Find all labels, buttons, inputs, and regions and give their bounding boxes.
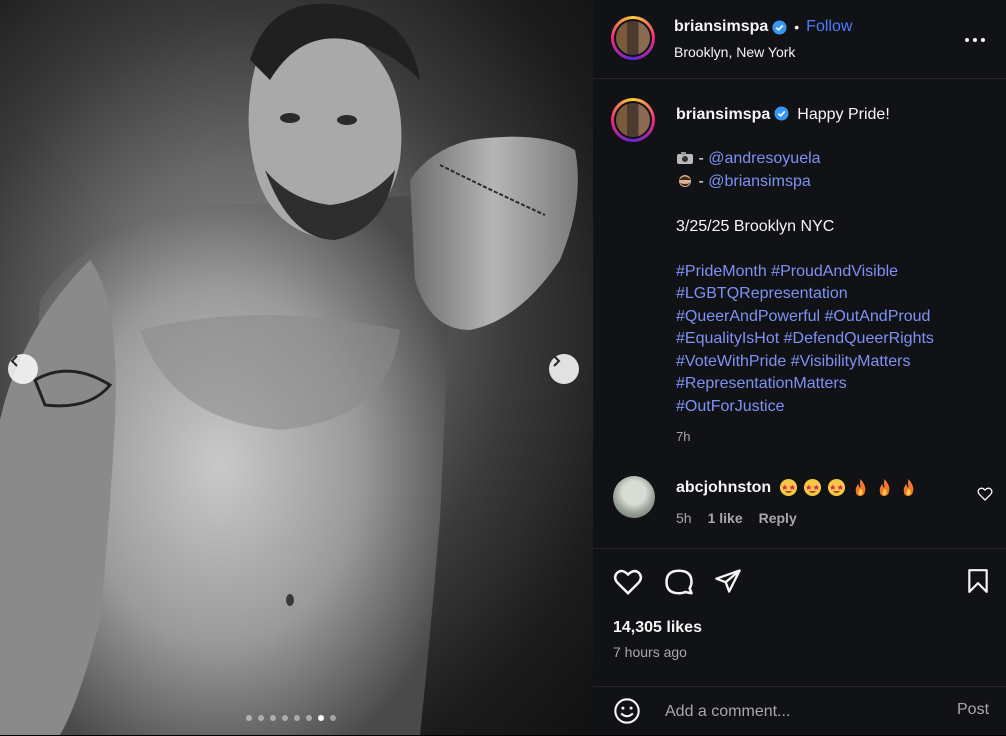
verified-badge-icon [774,106,789,121]
share-send-icon[interactable] [714,567,742,595]
comment-likes[interactable]: 1 like [708,510,743,526]
carousel-dot [294,715,300,721]
hashtag-line[interactable]: #VoteWithPride #VisibilityMatters [676,351,996,374]
comment-bubble-icon[interactable] [664,567,694,597]
caption-author-avatar[interactable] [611,98,655,142]
previous-image-button[interactable] [8,354,38,384]
save-bookmark-icon[interactable] [965,567,991,595]
caption-username[interactable]: briansimspa [676,106,770,123]
hashtag-line[interactable]: #OutForJustice [676,396,996,419]
carousel-dot [246,715,252,721]
comment-emojis [779,478,918,497]
star-struck-emoji-icon [804,478,822,497]
carousel-dot [306,715,312,721]
carousel-dot [330,715,336,721]
hashtag-line[interactable]: #RepresentationMatters [676,373,996,396]
comment-meta: 5h 1 like Reply [676,510,797,526]
mention-link[interactable]: @andresoyuela [708,150,820,167]
like-heart-icon[interactable] [613,567,643,597]
author-avatar[interactable] [611,16,655,60]
star-struck-emoji-icon [780,478,798,497]
reply-button[interactable]: Reply [759,510,797,526]
more-options-icon[interactable] [963,30,987,50]
add-comment-bar: Post [593,686,1006,736]
comment-like-heart-icon[interactable] [977,486,993,502]
star-struck-emoji-icon [828,478,846,497]
chevron-left-icon [10,355,18,367]
mention-link[interactable]: @briansimspa [708,173,811,190]
hashtag-line[interactable]: #PrideMonth #ProudAndVisible [676,261,996,284]
post-photo [0,0,593,735]
author-line: briansimspa • Follow [674,18,852,36]
caption-body: - @andresoyuela - @briansimspa 3/25/25 B… [676,148,996,449]
photo-credit-line: - @andresoyuela [676,148,996,171]
fire-emoji-icon [855,478,866,497]
comment-input[interactable] [663,700,937,724]
emoji-picker-icon[interactable] [613,697,641,725]
comment-time: 5h [676,510,692,526]
post-side-panel: briansimspa • Follow Brooklyn, New York … [593,0,1006,735]
carousel-indicator [246,715,336,721]
commenter-username[interactable]: abcjohnston [676,479,771,497]
comment: abcjohnston [676,478,918,497]
carousel-dot-active [318,715,324,721]
hashtag-line[interactable]: #EqualityIsHot #DefendQueerRights [676,328,996,351]
post-actions: 14,305 likes 7 hours ago [593,548,1006,699]
carousel-dot [270,715,276,721]
author-username[interactable]: briansimspa [674,18,768,36]
photo-illustration [0,3,578,735]
likes-count[interactable]: 14,305 likes [613,619,702,637]
caption-text: Happy Pride! [797,106,890,123]
fire-emoji-icon [903,478,914,497]
date-line: 3/25/25 Brooklyn NYC [676,217,835,235]
hashtag-line[interactable]: #QueerAndPowerful #OutAndProud [676,306,996,329]
verified-badge-icon [772,19,787,35]
carousel-dot [258,715,264,721]
post-location[interactable]: Brooklyn, New York [674,44,795,60]
man-emoji-icon [679,174,691,187]
follow-button[interactable]: Follow [806,18,852,36]
next-image-button[interactable] [549,354,579,384]
hashtag-line[interactable]: #LGBTQRepresentation [676,283,996,306]
carousel-dot [282,715,288,721]
camera-emoji-icon [677,152,693,164]
separator-dot: • [794,19,800,35]
post-header: briansimspa • Follow Brooklyn, New York [593,0,1006,79]
fire-emoji-icon [879,478,890,497]
caption-time: 7h [676,429,691,444]
subject-credit-line: - @briansimspa [676,171,996,194]
commenter-avatar[interactable] [613,476,655,518]
chevron-right-icon [553,355,561,367]
post-comment-button[interactable]: Post [957,701,989,719]
post-timestamp: 7 hours ago [613,644,687,660]
